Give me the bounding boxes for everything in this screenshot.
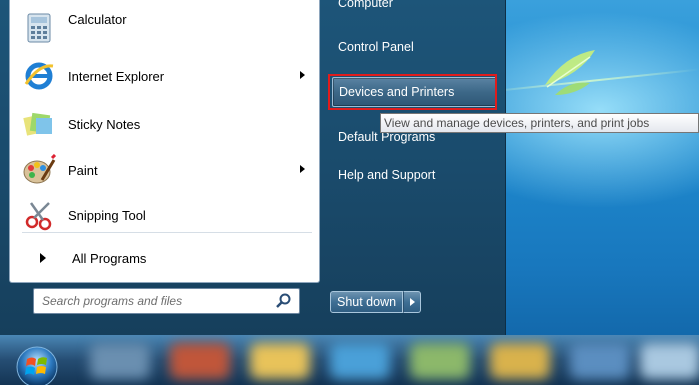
taskbar-blur [170,343,230,379]
all-programs-label: All Programs [72,250,147,266]
program-label: Paint [68,162,98,178]
search-icon[interactable] [275,292,293,310]
program-label: Snipping Tool [68,207,146,223]
program-snipping-tool[interactable]: Snipping Tool [10,195,319,235]
right-item-control-panel[interactable]: Control Panel [332,32,497,62]
program-paint[interactable]: Paint [10,150,319,190]
right-item-label: Computer [338,0,393,10]
right-item-help-and-support[interactable]: Help and Support [332,160,497,190]
programs-pane: Calculator Internet Explorer Sticky Note… [9,0,320,283]
paint-icon [22,153,56,187]
expand-arrow-icon [40,253,46,263]
search-input[interactable] [34,293,275,309]
menu-divider [22,232,312,233]
start-orb-icon[interactable] [13,343,61,385]
taskbar-blur [330,343,390,379]
chevron-right-icon [409,298,415,306]
program-calculator[interactable]: Calculator [10,8,319,48]
taskbar-blur [250,343,310,379]
calculator-icon [22,11,56,45]
annotation-highlight-box [328,74,497,110]
start-menu: Calculator Internet Explorer Sticky Note… [0,0,506,335]
snipping-tool-icon [22,198,56,232]
taskbar-blur [570,343,630,379]
program-sticky-notes[interactable]: Sticky Notes [10,104,319,144]
sticky-notes-icon [22,107,56,141]
shutdown-options-button[interactable] [403,291,422,313]
taskbar [0,335,699,385]
program-label: Sticky Notes [68,116,141,132]
taskbar-blur [640,343,699,379]
shutdown-label: Shut down [337,295,397,309]
submenu-arrow-icon[interactable] [300,165,305,173]
shutdown-button[interactable]: Shut down [330,291,404,313]
wallpaper-leaf-icon [545,50,595,95]
program-label: Internet Explorer [68,68,165,84]
shutdown-control: Shut down [330,291,422,313]
all-programs-button[interactable]: All Programs [10,240,319,276]
internet-explorer-icon [22,59,56,93]
submenu-arrow-icon[interactable] [300,71,305,79]
tooltip: View and manage devices, printers, and p… [380,113,699,133]
right-item-label: Help and Support [338,168,436,182]
taskbar-blur [90,343,150,379]
taskbar-blur [410,343,470,379]
program-label: Calculator [68,11,127,27]
tooltip-text: View and manage devices, printers, and p… [384,116,650,130]
right-item-computer[interactable]: Computer [332,0,497,18]
taskbar-blur [490,343,550,379]
right-item-label: Control Panel [338,40,414,54]
program-internet-explorer[interactable]: Internet Explorer [10,56,319,96]
search-box[interactable] [33,288,300,314]
